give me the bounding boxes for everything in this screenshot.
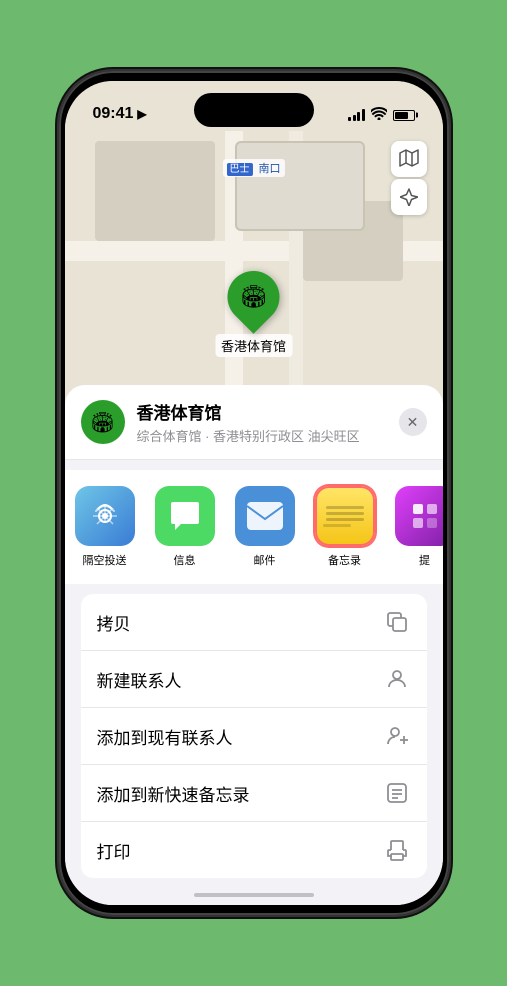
new-contact-icon xyxy=(383,665,411,693)
add-contact-icon xyxy=(383,722,411,750)
more-icon xyxy=(395,486,443,546)
messages-label: 信息 xyxy=(174,552,196,568)
close-button[interactable]: ✕ xyxy=(399,408,427,436)
bottom-sheet: 🏟 香港体育馆 综合体育馆 · 香港特别行政区 油尖旺区 ✕ xyxy=(65,385,443,905)
location-name: 香港体育馆 xyxy=(137,399,387,424)
mail-label: 邮件 xyxy=(254,552,276,568)
share-item-mail[interactable]: 邮件 xyxy=(225,486,305,568)
action-new-contact[interactable]: 新建联系人 xyxy=(81,651,427,708)
action-print[interactable]: 打印 xyxy=(81,822,427,878)
location-button[interactable] xyxy=(391,179,427,215)
notes-label: 备忘录 xyxy=(328,552,361,568)
print-icon xyxy=(383,836,411,864)
action-copy[interactable]: 拷贝 xyxy=(81,594,427,651)
mail-icon xyxy=(235,486,295,546)
status-right xyxy=(348,107,415,123)
signal-icon xyxy=(348,109,365,121)
map-block xyxy=(235,141,365,231)
map-controls xyxy=(391,141,427,215)
dynamic-island xyxy=(194,93,314,127)
status-time: 09:41 ▶ xyxy=(93,105,147,123)
map-block xyxy=(95,141,215,241)
share-item-messages[interactable]: 信息 xyxy=(145,486,225,568)
share-item-notes[interactable]: 备忘录 xyxy=(305,486,385,568)
marker-icon: 🏟 xyxy=(240,284,268,310)
map-label: 巴士 南口 xyxy=(222,159,284,177)
phone-screen: 09:41 ▶ xyxy=(65,81,443,905)
airdrop-icon xyxy=(75,486,135,546)
action-new-contact-label: 新建联系人 xyxy=(97,667,182,692)
share-row: 隔空投送 信息 xyxy=(65,470,443,584)
location-card-icon: 🏟 xyxy=(81,400,125,444)
location-info: 香港体育馆 综合体育馆 · 香港特别行政区 油尖旺区 xyxy=(137,399,387,445)
stadium-marker[interactable]: 🏟 香港体育馆 xyxy=(215,271,292,357)
airdrop-label: 隔空投送 xyxy=(83,552,127,568)
location-icon: ▶ xyxy=(137,107,146,121)
marker-label: 香港体育馆 xyxy=(215,334,292,357)
action-quick-note[interactable]: 添加到新快速备忘录 xyxy=(81,765,427,822)
time-display: 09:41 xyxy=(93,105,134,123)
battery-icon xyxy=(393,110,415,121)
location-card: 🏟 香港体育馆 综合体育馆 · 香港特别行政区 油尖旺区 ✕ xyxy=(65,385,443,460)
action-print-label: 打印 xyxy=(97,838,131,863)
action-list: 拷贝 新建联系人 xyxy=(81,594,427,878)
wifi-icon xyxy=(371,107,387,123)
action-add-existing[interactable]: 添加到现有联系人 xyxy=(81,708,427,765)
map-station-label: 南口 xyxy=(259,163,281,175)
share-item-more[interactable]: 提 xyxy=(385,486,443,568)
copy-icon xyxy=(383,608,411,636)
location-desc: 综合体育馆 · 香港特别行政区 油尖旺区 xyxy=(137,426,387,445)
more-label: 提 xyxy=(419,552,430,568)
share-item-airdrop[interactable]: 隔空投送 xyxy=(65,486,145,568)
action-copy-label: 拷贝 xyxy=(97,610,131,635)
quick-note-icon xyxy=(383,779,411,807)
map-type-button[interactable] xyxy=(391,141,427,177)
notes-icon xyxy=(315,486,375,546)
action-add-existing-label: 添加到现有联系人 xyxy=(97,724,233,749)
marker-pin: 🏟 xyxy=(217,260,291,334)
messages-icon xyxy=(155,486,215,546)
action-quick-note-label: 添加到新快速备忘录 xyxy=(97,781,250,806)
phone-frame: 09:41 ▶ xyxy=(59,71,449,915)
home-indicator xyxy=(194,893,314,897)
